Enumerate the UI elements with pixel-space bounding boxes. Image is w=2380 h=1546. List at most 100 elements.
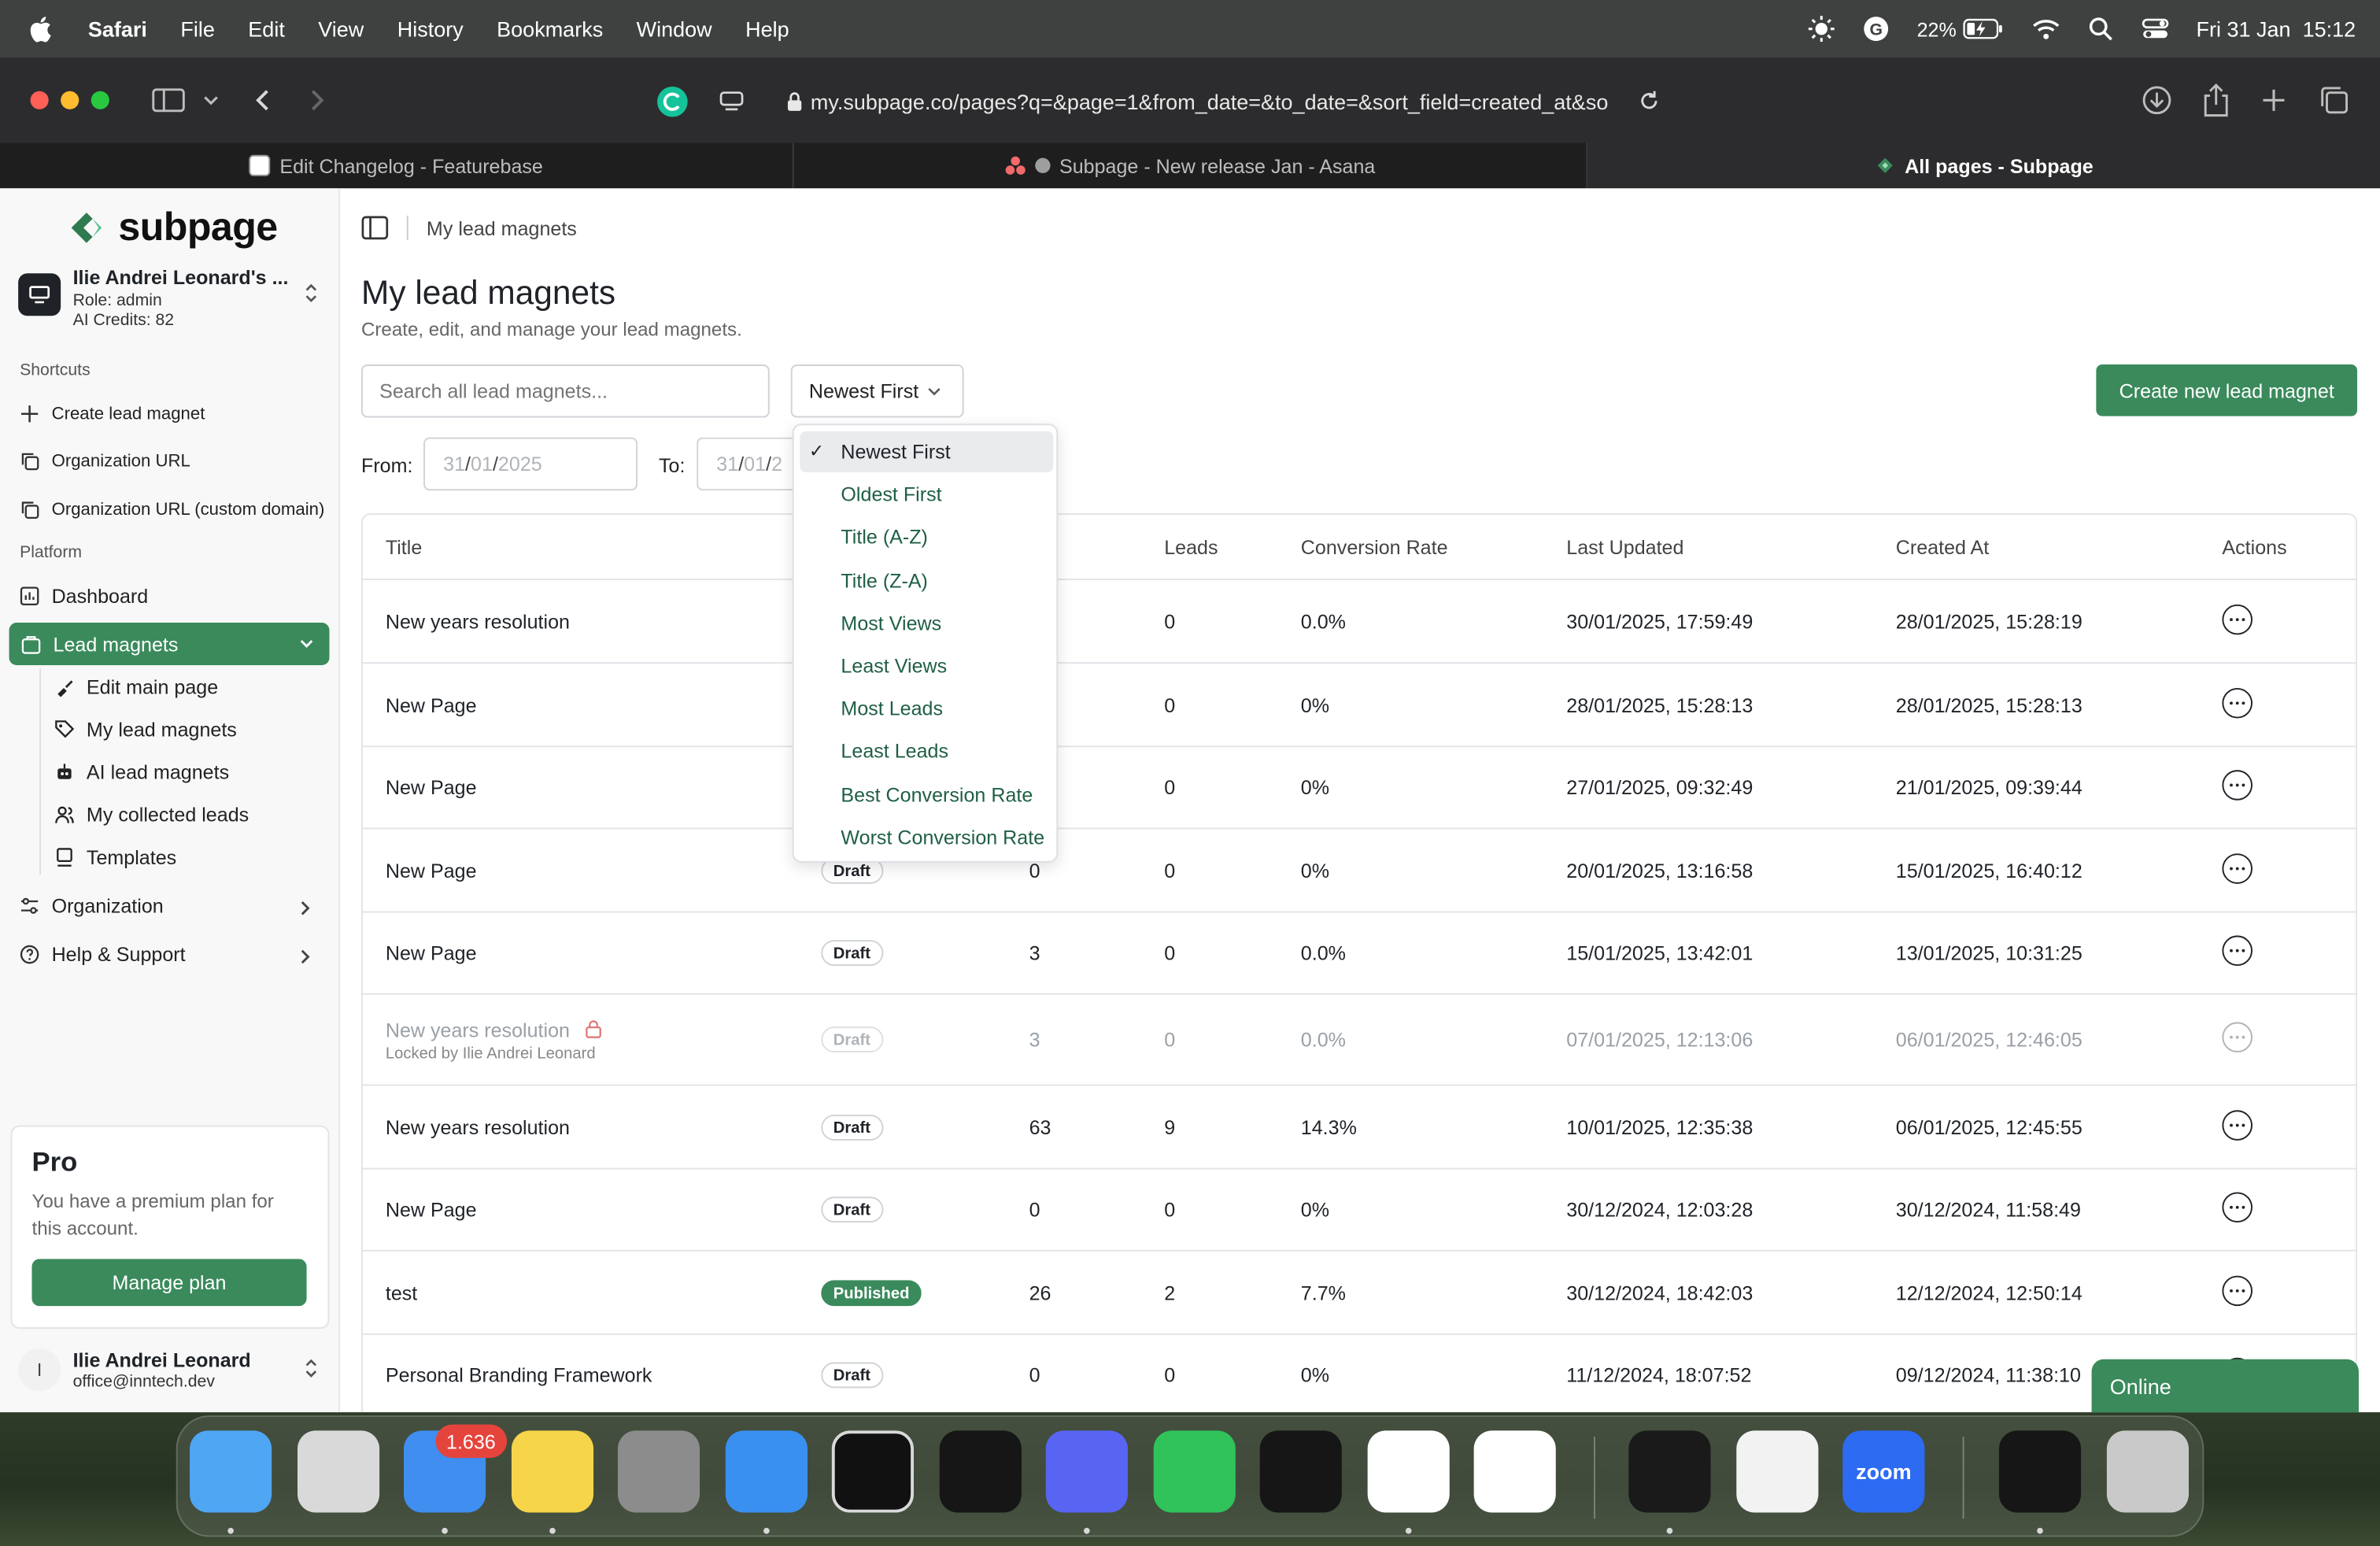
discord-icon[interactable]	[1045, 1430, 1128, 1513]
chevron-right-icon[interactable]	[299, 899, 311, 917]
perplexity-icon[interactable]	[1473, 1430, 1556, 1513]
nav-lead-magnets[interactable]: Lead magnets	[9, 623, 330, 666]
sort-option[interactable]: Worst Conversion Rate	[841, 826, 1044, 849]
sort-option[interactable]: Most Views	[841, 612, 941, 634]
sort-option[interactable]: Best Conversion Rate	[841, 783, 1033, 806]
search-input[interactable]	[360, 364, 770, 418]
chat-widget[interactable]: Online	[2091, 1359, 2359, 1413]
nav-help-support[interactable]: Help & Support	[20, 943, 186, 966]
zoom-window-button[interactable]	[91, 91, 109, 109]
row-title[interactable]: New Page	[386, 860, 477, 882]
col-leads[interactable]: Leads	[1164, 536, 1218, 559]
app-cube-icon[interactable]	[939, 1430, 1022, 1513]
row-title[interactable]: New Page	[386, 941, 477, 964]
new-tab-icon[interactable]	[2260, 87, 2288, 114]
apple-menu-icon[interactable]	[30, 15, 55, 43]
sort-option[interactable]: Least Leads	[841, 740, 948, 763]
downloads-icon[interactable]	[2142, 85, 2172, 116]
app-cube-3-icon[interactable]	[1998, 1430, 2082, 1513]
close-window-button[interactable]	[30, 91, 49, 109]
menu-history[interactable]: History	[397, 17, 464, 41]
grammarly-icon[interactable]: G	[1862, 15, 1890, 43]
launchpad-icon[interactable]	[297, 1430, 380, 1513]
row-title[interactable]: Personal Branding Framework	[386, 1363, 652, 1386]
col-conversion-rate[interactable]: Conversion Rate	[1301, 536, 1448, 559]
sort-option[interactable]: Newest First	[841, 440, 950, 463]
whatsapp-icon[interactable]	[1153, 1430, 1236, 1513]
forward-icon[interactable]	[307, 88, 328, 113]
row-title[interactable]: New Page	[386, 776, 477, 799]
app-cube-2-icon[interactable]	[1259, 1430, 1342, 1513]
nav-templates[interactable]: Templates	[54, 846, 176, 869]
more-actions-icon[interactable]	[2222, 1022, 2252, 1052]
shortcut-organization-url-custom[interactable]: Organization URL (custom domain)	[20, 500, 324, 520]
slack-icon[interactable]	[1367, 1430, 1450, 1513]
table-row[interactable]: New years resolution 3 0 0.0% 07/01/2025, 12…	[362, 995, 2356, 1086]
battery-icon[interactable]	[1963, 18, 2005, 39]
chevron-down-icon[interactable]	[201, 94, 220, 106]
col-last-updated[interactable]: Last Updated	[1566, 536, 1683, 559]
create-lead-magnet-button[interactable]: Create new lead magnet	[2096, 364, 2358, 416]
logo[interactable]: subpage	[67, 204, 278, 251]
table-row[interactable]: New years resolution 0 0.0% 30/01/2025, 17:…	[362, 582, 2356, 664]
menu-edit[interactable]: Edit	[248, 17, 285, 41]
sort-option[interactable]: Title (A-Z)	[841, 526, 928, 549]
table-row[interactable]: test 26 2 7.7% 30/12/2024, 18:42:03 12/12/202…	[362, 1252, 2356, 1335]
row-title[interactable]: New years resolution	[386, 1116, 570, 1139]
minimize-window-button[interactable]	[61, 91, 79, 109]
menubar-clock[interactable]: Fri 31 Jan 15:12	[2197, 17, 2356, 41]
linear-icon[interactable]	[1628, 1430, 1711, 1513]
nav-organization[interactable]: Organization	[20, 894, 164, 917]
toggle-sidebar-icon[interactable]	[361, 216, 389, 240]
row-title[interactable]: New years resolution	[386, 1019, 570, 1042]
control-center-icon[interactable]	[2142, 15, 2169, 43]
system-settings-icon[interactable]	[617, 1430, 700, 1513]
nav-my-collected-leads[interactable]: My collected leads	[54, 804, 249, 827]
table-row[interactable]: New Page 0 0% 27/01/2025, 09:32:49 21/01/202…	[362, 747, 2356, 830]
textedit-icon[interactable]	[1736, 1430, 1819, 1513]
tab-overview-icon[interactable]	[2319, 85, 2350, 116]
tab-subpage[interactable]: All pages - Subpage	[1587, 142, 2380, 189]
table-row[interactable]: New Page 0 0 0% 30/12/2024, 12:03:28 30/12/20…	[362, 1170, 2356, 1252]
nav-edit-main-page[interactable]: Edit main page	[54, 676, 218, 698]
more-actions-icon[interactable]	[2222, 853, 2252, 884]
manage-plan-button[interactable]: Manage plan	[31, 1259, 307, 1307]
grammarly-extension-icon[interactable]	[656, 85, 689, 118]
finder-icon[interactable]	[190, 1430, 272, 1513]
tab-featurebase[interactable]: Edit Changelog - Featurebase	[0, 142, 794, 189]
more-actions-icon[interactable]	[2222, 935, 2252, 967]
sort-option[interactable]: Oldest First	[841, 483, 941, 506]
menu-bookmarks[interactable]: Bookmarks	[497, 17, 603, 41]
share-icon[interactable]	[2202, 83, 2230, 117]
user-menu[interactable]: I Ilie Andrei Leonard office@inntech.dev	[18, 1340, 322, 1404]
page-menu-icon[interactable]	[719, 91, 744, 113]
zoom-icon[interactable]: zoom	[1842, 1430, 1925, 1513]
col-title[interactable]: Title	[386, 536, 422, 559]
more-actions-icon[interactable]	[2222, 1275, 2252, 1307]
row-title[interactable]: New Page	[386, 694, 477, 717]
tab-asana[interactable]: Subpage - New release Jan - Asana	[794, 142, 1588, 189]
wifi-icon[interactable]	[2032, 15, 2060, 43]
menu-safari[interactable]: Safari	[88, 17, 147, 41]
nav-ai-lead-magnets[interactable]: AI lead magnets	[54, 761, 229, 784]
shortcut-organization-url[interactable]: Organization URL	[20, 451, 190, 471]
table-row[interactable]: New Page 3 0 0.0% 15/01/2025, 13:42:01 13/01/…	[362, 912, 2356, 995]
table-row[interactable]: New Page 0 0 0% 20/01/2025, 13:16:58 15/01/20…	[362, 829, 2356, 913]
more-actions-icon[interactable]	[2222, 687, 2252, 719]
more-actions-icon[interactable]	[2222, 1110, 2252, 1141]
back-icon[interactable]	[252, 88, 273, 113]
sort-option[interactable]: Least Views	[841, 655, 947, 678]
nav-my-lead-magnets[interactable]: My lead magnets	[54, 719, 237, 741]
address-bar[interactable]: my.subpage.co/pages?q=&page=1&from_date=…	[657, 79, 1670, 124]
row-title[interactable]: New years resolution	[386, 611, 570, 634]
menu-file[interactable]: File	[180, 17, 215, 41]
row-title[interactable]: New Page	[386, 1198, 477, 1221]
more-actions-icon[interactable]	[2222, 604, 2252, 635]
table-row[interactable]: New Page 0 0% 28/01/2025, 15:28:13 28/01/202…	[362, 664, 2356, 748]
terminal-icon[interactable]	[831, 1430, 914, 1513]
trash-icon[interactable]	[2106, 1430, 2189, 1513]
table-row[interactable]: New years resolution 63 9 14.3% 10/01/2025, …	[362, 1086, 2356, 1170]
menu-help[interactable]: Help	[745, 17, 789, 41]
sort-option[interactable]: Title (Z-A)	[841, 569, 928, 592]
menu-view[interactable]: View	[318, 17, 364, 41]
